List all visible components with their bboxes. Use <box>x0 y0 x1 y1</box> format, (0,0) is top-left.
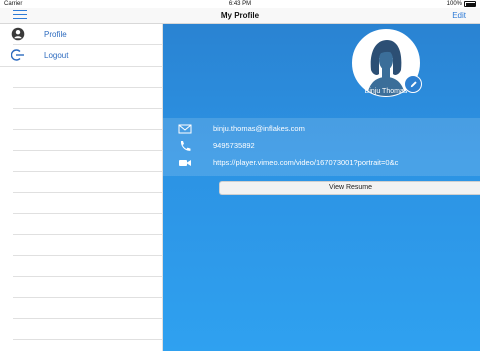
phone-text[interactable]: 9495735892 <box>213 141 255 150</box>
phone-icon <box>180 141 191 151</box>
sidebar-item-logout[interactable]: Logout <box>0 45 162 65</box>
video-camera-icon <box>179 160 191 166</box>
sidebar-item-label: Logout <box>44 50 69 60</box>
phone-row: 9495735892 <box>163 139 480 153</box>
user-circle-icon <box>11 27 25 41</box>
divider <box>13 87 162 88</box>
status-time: 6:43 PM <box>228 1 252 7</box>
divider <box>13 255 162 256</box>
sidebar-item-profile[interactable]: Profile <box>0 24 162 44</box>
mail-icon <box>178 124 192 134</box>
email-text[interactable]: binju.thomas@inflakes.com <box>213 124 305 133</box>
profile-name: Binju Thomas <box>364 88 408 95</box>
divider <box>13 276 162 277</box>
logout-icon <box>11 49 24 61</box>
battery-percent: 100% <box>446 1 462 7</box>
contact-details: binju.thomas@inflakes.com 9495735892 htt… <box>163 118 480 176</box>
edit-button[interactable]: Edit <box>452 11 466 20</box>
divider <box>13 318 162 319</box>
profile-panel: Binju Thomas binju.thomas@inflakes.com 9… <box>163 24 480 351</box>
battery-icon <box>464 1 476 7</box>
navigation-bar: My Profile Edit <box>0 8 480 24</box>
sidebar: Profile Logout <box>0 24 163 351</box>
sidebar-item-label: Profile <box>44 29 67 39</box>
video-row: https://player.vimeo.com/video/167073001… <box>163 156 480 170</box>
divider <box>13 129 162 130</box>
divider <box>13 213 162 214</box>
page-title: My Profile <box>220 11 260 20</box>
divider <box>0 66 162 67</box>
view-resume-button[interactable]: View Resume <box>219 181 480 195</box>
divider <box>13 150 162 151</box>
divider <box>13 108 162 109</box>
battery-indicator: 100% <box>447 1 476 7</box>
divider <box>13 297 162 298</box>
divider <box>13 192 162 193</box>
status-bar: Carrier 6:43 PM 100% <box>0 0 480 8</box>
email-row: binju.thomas@inflakes.com <box>163 122 480 136</box>
video-link[interactable]: https://player.vimeo.com/video/167073001… <box>213 158 398 167</box>
avatar-container <box>352 29 422 97</box>
divider <box>13 234 162 235</box>
divider <box>13 171 162 172</box>
divider <box>13 339 162 340</box>
